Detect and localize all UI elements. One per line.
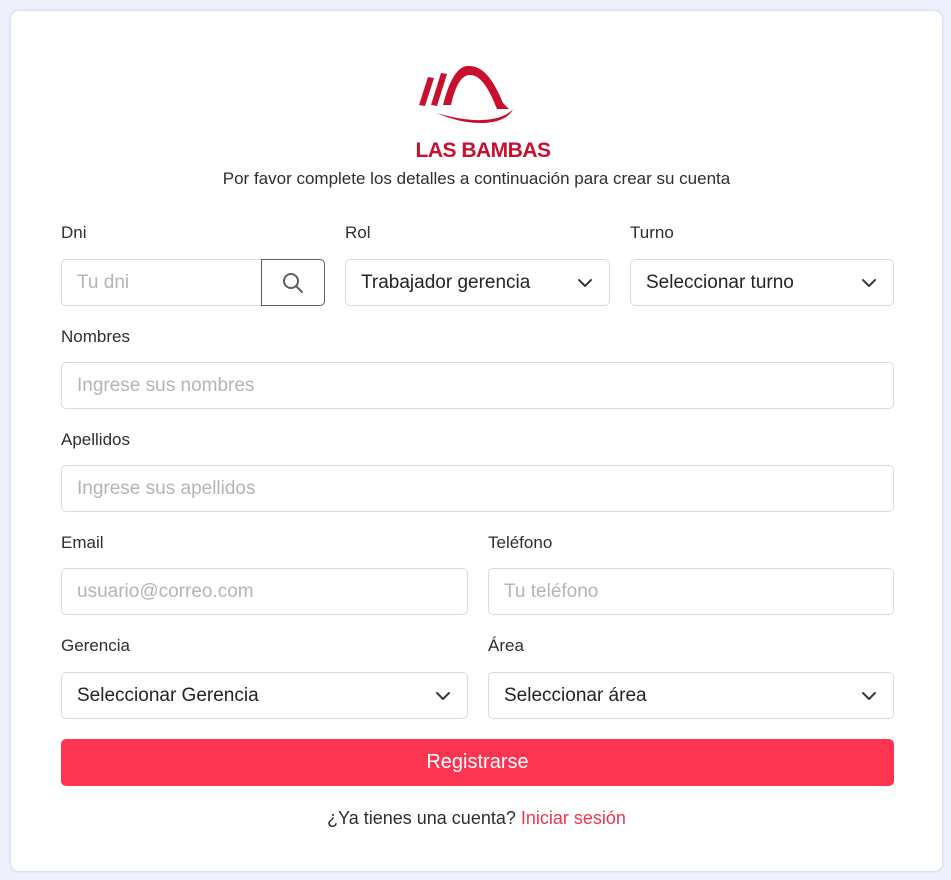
search-icon xyxy=(283,272,303,293)
dni-search-button[interactable] xyxy=(261,259,325,306)
turno-label: Turno xyxy=(630,223,674,242)
telefono-input[interactable] xyxy=(489,569,893,614)
chevron-down-icon xyxy=(434,687,452,705)
dni-input[interactable] xyxy=(62,260,262,305)
login-prompt: ¿Ya tienes una cuenta? Iniciar sesión xyxy=(11,808,942,829)
nombres-input[interactable] xyxy=(62,363,893,408)
rol-value: Trabajador gerencia xyxy=(361,271,531,293)
apellidos-field[interactable] xyxy=(61,465,894,512)
login-question: ¿Ya tienes una cuenta? xyxy=(327,808,516,828)
rol-label: Rol xyxy=(345,223,371,242)
gerencia-select[interactable]: Seleccionar Gerencia xyxy=(61,672,468,719)
telefono-label: Teléfono xyxy=(488,533,553,552)
logo-mark-icon: LAS BAMBAS xyxy=(416,65,551,162)
area-label: Área xyxy=(488,636,524,655)
las-bambas-logo: LAS BAMBAS xyxy=(409,63,559,163)
apellidos-label: Apellidos xyxy=(61,430,130,449)
nombres-label: Nombres xyxy=(61,327,130,346)
brand-name: LAS BAMBAS xyxy=(416,139,551,162)
dni-label: Dni xyxy=(61,223,87,242)
page-subtitle: Por favor complete los detalles a contin… xyxy=(222,169,731,188)
turno-select[interactable]: Seleccionar turno xyxy=(630,259,894,306)
login-link[interactable]: Iniciar sesión xyxy=(521,808,626,828)
area-select[interactable]: Seleccionar área xyxy=(488,672,894,719)
chevron-down-icon xyxy=(860,687,878,705)
chevron-down-icon xyxy=(576,274,594,292)
gerencia-label: Gerencia xyxy=(61,636,130,655)
email-input[interactable] xyxy=(62,569,467,614)
register-button[interactable]: Registrarse xyxy=(61,739,894,786)
register-card: LAS BAMBAS Por favor complete los detall… xyxy=(11,11,942,871)
gerencia-value: Seleccionar Gerencia xyxy=(77,684,259,706)
chevron-down-icon xyxy=(860,274,878,292)
telefono-field[interactable] xyxy=(488,568,894,615)
turno-value: Seleccionar turno xyxy=(646,271,794,293)
nombres-field[interactable] xyxy=(61,362,894,409)
email-field[interactable] xyxy=(61,568,468,615)
dni-field[interactable] xyxy=(61,259,262,306)
area-value: Seleccionar área xyxy=(504,684,647,706)
apellidos-input[interactable] xyxy=(62,466,893,511)
rol-select[interactable]: Trabajador gerencia xyxy=(345,259,610,306)
email-label: Email xyxy=(61,533,104,552)
